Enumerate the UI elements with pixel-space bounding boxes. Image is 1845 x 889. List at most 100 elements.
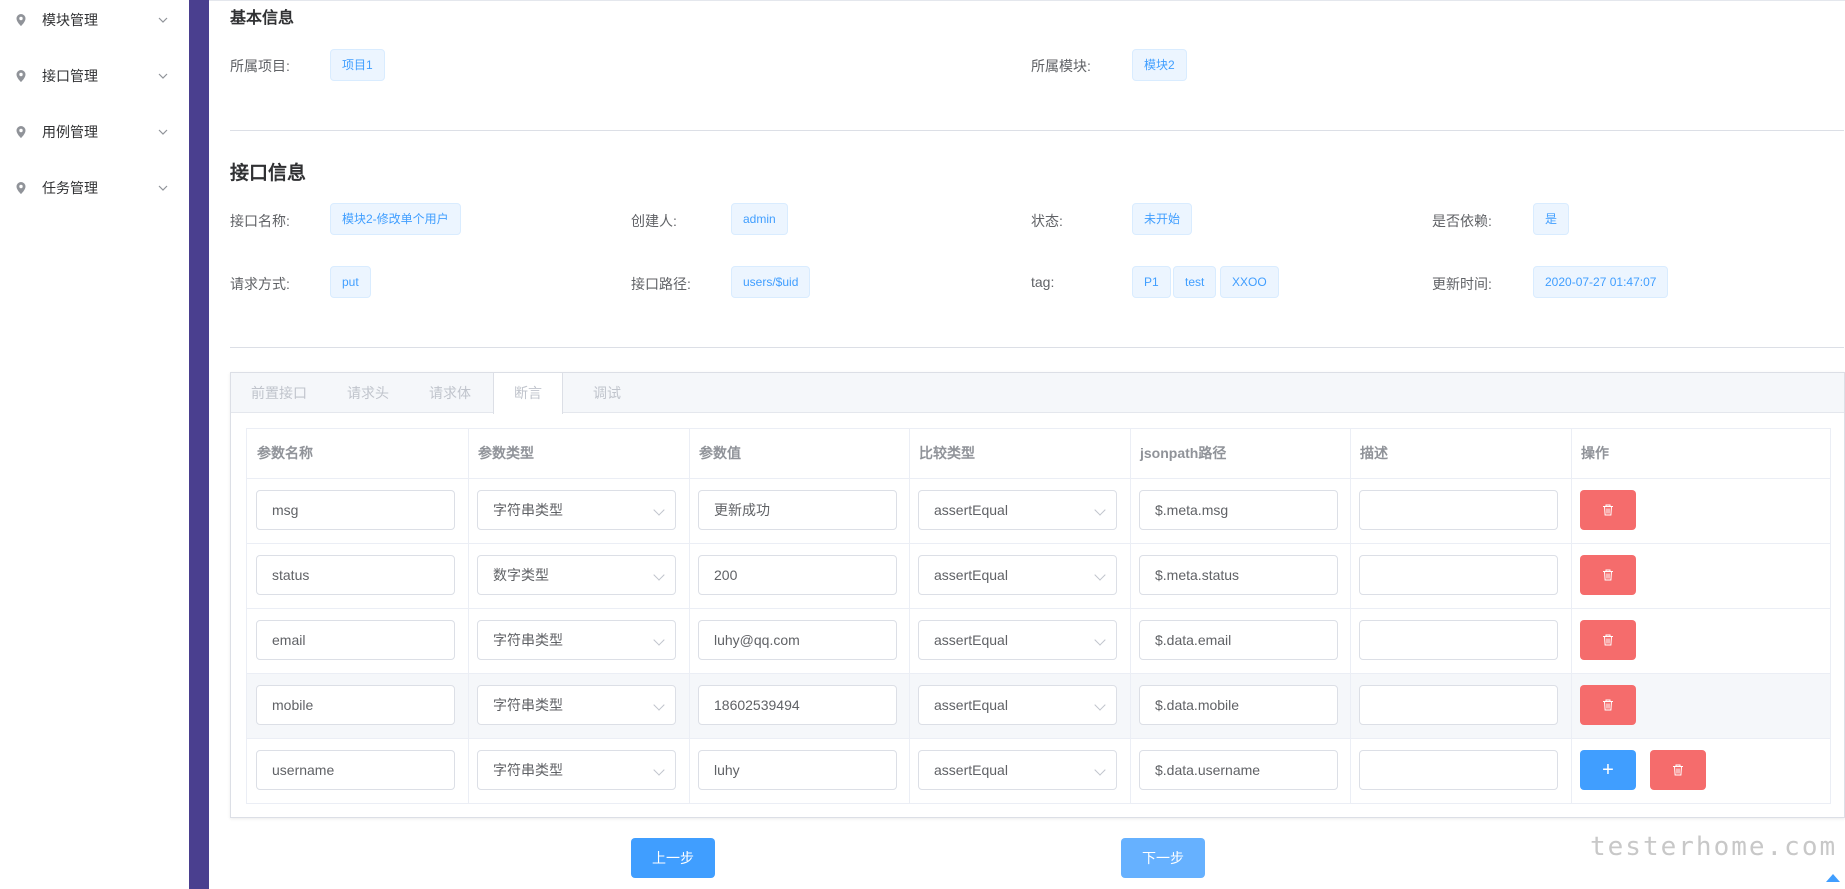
param-value-input[interactable]: 18602539494 xyxy=(698,685,897,725)
chevron-down-icon xyxy=(158,185,168,191)
tag-chip: P1 xyxy=(1132,266,1171,298)
api-name-label: 接口名称: xyxy=(230,213,290,229)
tab-assertions[interactable]: 断言 xyxy=(493,373,563,414)
compare-type-select[interactable]: assertEqual xyxy=(918,685,1117,725)
delete-row-button[interactable] xyxy=(1580,490,1636,530)
api-info-title: 接口信息 xyxy=(230,163,307,184)
chevron-down-icon xyxy=(1094,569,1106,581)
column-divider xyxy=(909,429,910,803)
next-step-button[interactable]: 下一步 xyxy=(1121,838,1205,878)
watermark: testerhome.com xyxy=(1590,832,1838,862)
chevron-down-icon xyxy=(653,569,665,581)
prev-step-button[interactable]: 上一步 xyxy=(631,838,715,878)
tabs-header: 前置接口 请求头 请求体 断言 调试 xyxy=(231,373,1844,414)
delete-row-button[interactable] xyxy=(1580,685,1636,725)
divider xyxy=(230,347,1844,348)
row-divider xyxy=(247,673,1830,674)
param-type-select[interactable]: 字符串类型 xyxy=(477,685,676,725)
description-input[interactable] xyxy=(1359,555,1558,595)
tag-chip: test xyxy=(1173,266,1217,298)
dependent-label: 是否依赖: xyxy=(1432,213,1492,229)
chevron-down-icon xyxy=(653,764,665,776)
param-value-input[interactable]: 更新成功 xyxy=(698,490,897,530)
sidebar-item-task-management[interactable]: 任务管理 xyxy=(0,160,189,216)
description-input[interactable] xyxy=(1359,620,1558,660)
select-value: assertEqual xyxy=(934,632,1008,648)
param-name-input[interactable]: username xyxy=(256,750,455,790)
compare-type-select[interactable]: assertEqual xyxy=(918,750,1117,790)
tab-debug[interactable]: 调试 xyxy=(573,373,641,413)
param-type-select[interactable]: 字符串类型 xyxy=(477,750,676,790)
tab-request-headers[interactable]: 请求头 xyxy=(327,373,409,413)
chevron-down-icon xyxy=(653,699,665,711)
description-input[interactable] xyxy=(1359,750,1558,790)
param-name-input[interactable]: mobile xyxy=(256,685,455,725)
select-value: assertEqual xyxy=(934,762,1008,778)
param-name-input[interactable]: status xyxy=(256,555,455,595)
chevron-down-icon xyxy=(158,73,168,79)
row-divider xyxy=(247,543,1830,544)
updated-label: 更新时间: xyxy=(1432,276,1492,292)
select-value: 字符串类型 xyxy=(493,697,563,713)
tab-pre-api[interactable]: 前置接口 xyxy=(231,373,327,413)
select-value: 字符串类型 xyxy=(493,502,563,518)
trash-icon xyxy=(1603,634,1613,646)
delete-row-button[interactable] xyxy=(1580,555,1636,595)
param-type-select[interactable]: 字符串类型 xyxy=(477,490,676,530)
row-divider xyxy=(247,478,1830,479)
compare-type-select[interactable]: assertEqual xyxy=(918,620,1117,660)
param-value-input[interactable]: 200 xyxy=(698,555,897,595)
param-type-select[interactable]: 字符串类型 xyxy=(477,620,676,660)
sidebar: 模块管理 接口管理 用例管理 任务管理 xyxy=(0,0,189,889)
description-input[interactable] xyxy=(1359,490,1558,530)
jsonpath-input[interactable]: $.data.username xyxy=(1139,750,1338,790)
jsonpath-input[interactable]: $.data.email xyxy=(1139,620,1338,660)
trash-icon xyxy=(1603,569,1613,581)
sidebar-item-api-management[interactable]: 接口管理 xyxy=(0,48,189,104)
sidebar-item-label: 任务管理 xyxy=(42,180,98,196)
location-pin-icon xyxy=(16,126,26,138)
select-value: 字符串类型 xyxy=(493,762,563,778)
description-input[interactable] xyxy=(1359,685,1558,725)
delete-row-button[interactable] xyxy=(1580,620,1636,660)
tab-request-body[interactable]: 请求体 xyxy=(409,373,491,413)
compare-type-select[interactable]: assertEqual xyxy=(918,490,1117,530)
trash-icon xyxy=(1603,504,1613,516)
jsonpath-input[interactable]: $.meta.status xyxy=(1139,555,1338,595)
sidebar-divider-bar xyxy=(189,0,209,889)
creator-label: 创建人: xyxy=(631,213,677,229)
param-name-input[interactable]: msg xyxy=(256,490,455,530)
column-divider xyxy=(468,429,469,803)
module-tag: 模块2 xyxy=(1132,49,1187,81)
column-divider xyxy=(1130,429,1131,803)
column-header: 参数类型 xyxy=(478,445,534,461)
location-pin-icon xyxy=(16,70,26,82)
jsonpath-input[interactable]: $.data.mobile xyxy=(1139,685,1338,725)
updated-tag: 2020-07-27 01:47:07 xyxy=(1533,266,1669,298)
delete-row-button[interactable] xyxy=(1650,750,1706,790)
column-header: 比较类型 xyxy=(919,445,975,461)
column-divider xyxy=(1350,429,1351,803)
add-row-button[interactable]: + xyxy=(1580,750,1636,790)
param-value-input[interactable]: luhy@qq.com xyxy=(698,620,897,660)
sidebar-item-label: 用例管理 xyxy=(42,124,98,140)
param-name-input[interactable]: email xyxy=(256,620,455,660)
param-value-input[interactable]: luhy xyxy=(698,750,897,790)
sidebar-item-case-management[interactable]: 用例管理 xyxy=(0,104,189,160)
back-to-top-icon[interactable] xyxy=(1826,874,1840,882)
divider xyxy=(230,130,1844,131)
column-header: 操作 xyxy=(1581,445,1609,461)
param-type-select[interactable]: 数字类型 xyxy=(477,555,676,595)
chevron-down-icon xyxy=(158,129,168,135)
chevron-down-icon xyxy=(1094,504,1106,516)
row-divider xyxy=(247,738,1830,739)
path-label: 接口路径: xyxy=(631,276,691,292)
sidebar-item-module-management[interactable]: 模块管理 xyxy=(0,0,189,48)
main-content: 基本信息 所属项目: 项目1 所属模块: 模块2 接口信息 接口名称: 模块2-… xyxy=(209,0,1845,889)
tag-chip: XXOO xyxy=(1220,266,1279,298)
column-header: 参数值 xyxy=(699,445,741,461)
basic-info-title: 基本信息 xyxy=(230,10,295,27)
jsonpath-input[interactable]: $.meta.msg xyxy=(1139,490,1338,530)
compare-type-select[interactable]: assertEqual xyxy=(918,555,1117,595)
select-value: 数字类型 xyxy=(493,567,549,583)
